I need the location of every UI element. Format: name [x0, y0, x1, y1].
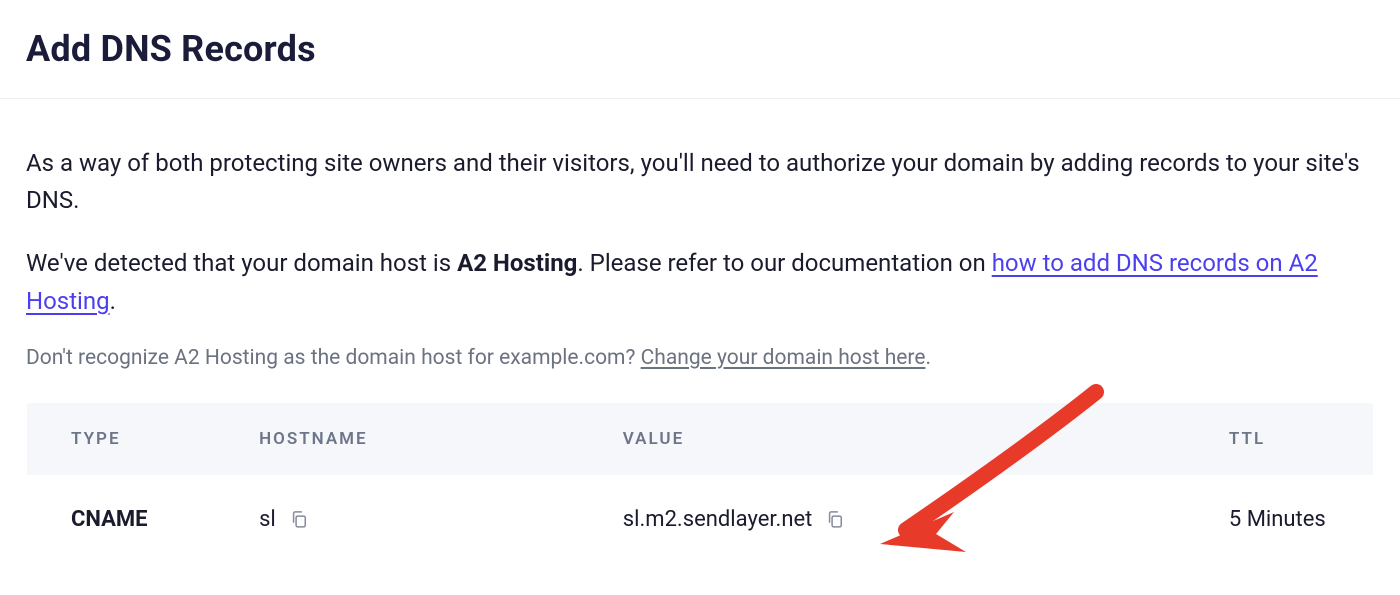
not-recognize-paragraph: Don't recognize A2 Hosting as the domain…: [26, 346, 1374, 370]
not-recognize-text: Don't recognize A2 Hosting as the domain…: [26, 346, 641, 370]
change-host-link[interactable]: Change your domain host here: [641, 346, 926, 370]
detected-suffix: .: [110, 287, 116, 315]
copy-value-button[interactable]: [824, 508, 846, 530]
page-title: Add DNS Records: [26, 28, 1374, 70]
value-value: sl.m2.sendlayer.net: [623, 507, 813, 532]
cell-ttl: 5 Minutes: [1185, 475, 1374, 565]
col-ttl: TTL: [1185, 402, 1374, 475]
copy-icon: [289, 509, 309, 529]
col-value: VALUE: [579, 402, 1185, 475]
col-hostname: HOSTNAME: [215, 402, 579, 475]
dns-records-table: TYPE HOSTNAME VALUE TTL CNAME sl: [26, 402, 1374, 565]
copy-hostname-button[interactable]: [288, 508, 310, 530]
col-type: TYPE: [27, 402, 216, 475]
table-header-row: TYPE HOSTNAME VALUE TTL: [27, 402, 1374, 475]
divider: [0, 98, 1400, 99]
not-recognize-suffix: .: [925, 346, 931, 370]
table-row: CNAME sl: [27, 475, 1374, 565]
copy-icon: [825, 509, 845, 529]
detected-middle: . Please refer to our documentation on: [577, 249, 991, 277]
cell-value: sl.m2.sendlayer.net: [579, 475, 1185, 565]
intro-paragraph: As a way of both protecting site owners …: [26, 145, 1374, 219]
cell-hostname: sl: [215, 475, 579, 565]
cell-type: CNAME: [27, 475, 216, 565]
detected-host: A2 Hosting: [457, 249, 577, 277]
detected-paragraph: We've detected that your domain host is …: [26, 245, 1374, 319]
detected-prefix: We've detected that your domain host is: [26, 249, 457, 277]
hostname-value: sl: [259, 507, 276, 532]
